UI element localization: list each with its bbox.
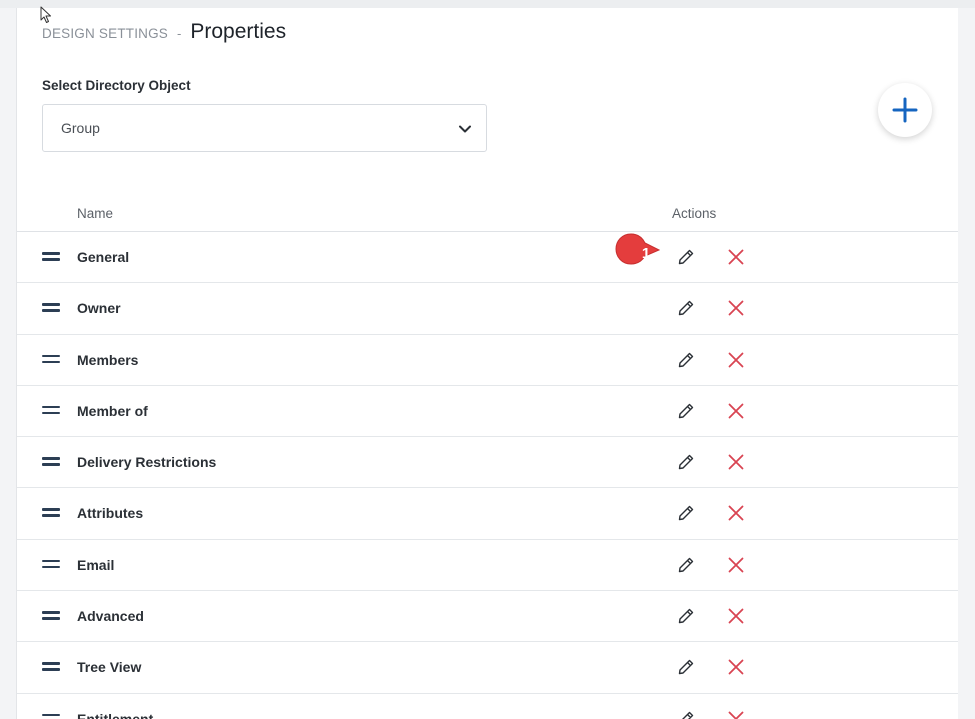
pencil-icon[interactable] bbox=[677, 453, 695, 471]
close-x-icon[interactable] bbox=[728, 505, 744, 521]
close-x-icon[interactable] bbox=[728, 557, 744, 573]
table-row: General bbox=[17, 232, 958, 284]
table-row: Attributes bbox=[17, 488, 958, 540]
properties-list: General Owner Members Member of Delivery… bbox=[17, 232, 958, 719]
add-property-button[interactable] bbox=[878, 83, 932, 137]
row-name: Owner bbox=[77, 300, 121, 317]
callout-number: 1 bbox=[641, 245, 651, 262]
row-name: Members bbox=[77, 351, 139, 368]
top-bar-shadow bbox=[0, 0, 975, 8]
row-name: Attributes bbox=[77, 505, 144, 522]
row-name: General bbox=[77, 249, 130, 265]
selected-directory-object: Group bbox=[61, 120, 100, 136]
drag-handle-icon[interactable] bbox=[42, 662, 60, 672]
plus-icon bbox=[892, 97, 918, 123]
drag-handle-icon[interactable] bbox=[42, 252, 60, 262]
close-x-icon[interactable] bbox=[728, 403, 744, 419]
close-x-icon[interactable] bbox=[728, 300, 744, 316]
directory-object-select[interactable]: Group bbox=[42, 104, 487, 152]
mouse-cursor-icon bbox=[40, 6, 51, 23]
table-row: Owner bbox=[17, 283, 958, 335]
select-directory-object-label: Select Directory Object bbox=[42, 78, 191, 93]
row-name: Member of bbox=[77, 402, 148, 419]
column-header-name: Name bbox=[77, 206, 114, 221]
chevron-down-icon bbox=[459, 125, 471, 133]
pencil-icon[interactable] bbox=[677, 248, 695, 266]
table-row: Members bbox=[17, 335, 958, 386]
table-row: Delivery Restrictions bbox=[17, 437, 958, 489]
column-header-actions: Actions bbox=[672, 206, 717, 221]
breadcrumb-separator: - bbox=[177, 26, 182, 41]
drag-handle-icon[interactable] bbox=[42, 303, 60, 313]
close-x-icon[interactable] bbox=[728, 659, 744, 675]
close-x-icon[interactable] bbox=[728, 454, 744, 470]
pencil-icon[interactable] bbox=[677, 351, 695, 369]
breadcrumb: DESIGN SETTINGS - Properties bbox=[42, 20, 286, 44]
pencil-icon[interactable] bbox=[677, 504, 695, 522]
table-row: Email bbox=[17, 540, 958, 592]
pencil-icon[interactable] bbox=[677, 402, 695, 420]
table-row: Entitlement bbox=[17, 694, 958, 719]
pencil-icon[interactable] bbox=[677, 607, 695, 625]
table-row: Advanced bbox=[17, 591, 958, 643]
breadcrumb-design-settings[interactable]: DESIGN SETTINGS bbox=[42, 26, 168, 41]
page-title: Properties bbox=[190, 20, 287, 43]
drag-handle-icon[interactable] bbox=[42, 354, 60, 365]
pencil-icon[interactable] bbox=[677, 299, 695, 317]
close-x-icon[interactable] bbox=[728, 352, 744, 368]
pencil-icon[interactable] bbox=[677, 710, 695, 719]
drag-handle-icon[interactable] bbox=[42, 713, 60, 719]
close-x-icon[interactable] bbox=[728, 249, 744, 265]
row-name: Advanced bbox=[77, 608, 144, 625]
drag-handle-icon[interactable] bbox=[42, 457, 60, 467]
drag-handle-icon[interactable] bbox=[42, 508, 60, 518]
drag-handle-icon[interactable] bbox=[42, 405, 60, 416]
properties-panel: DESIGN SETTINGS - Properties Select Dire… bbox=[16, 8, 958, 719]
row-name: Entitlement bbox=[77, 710, 154, 719]
table-row: Member of bbox=[17, 386, 958, 438]
row-name: Tree View bbox=[77, 659, 142, 676]
drag-handle-icon[interactable] bbox=[42, 611, 60, 621]
table-row: Tree View bbox=[17, 642, 958, 694]
row-name: Delivery Restrictions bbox=[77, 454, 217, 471]
row-name: Email bbox=[77, 556, 115, 573]
close-x-icon[interactable] bbox=[728, 711, 744, 719]
pencil-icon[interactable] bbox=[677, 658, 695, 676]
close-x-icon[interactable] bbox=[728, 608, 744, 624]
table-header: Name Actions bbox=[17, 198, 958, 232]
drag-handle-icon[interactable] bbox=[42, 559, 60, 570]
pencil-icon[interactable] bbox=[677, 556, 695, 574]
